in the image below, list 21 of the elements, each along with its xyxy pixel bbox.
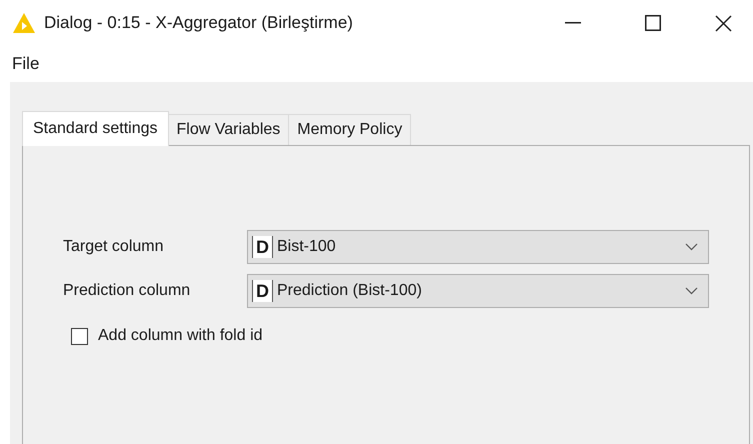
- minimize-icon[interactable]: [565, 22, 581, 24]
- dropdown-value: Prediction (Bist-100): [277, 281, 423, 301]
- column-dropdown[interactable]: D Bist-100: [247, 230, 709, 264]
- close-icon[interactable]: [714, 14, 732, 32]
- window-title: Dialog - 0:15 - X-Aggregator (Birleştirme): [44, 12, 353, 34]
- maximize-icon[interactable]: [645, 15, 661, 31]
- chevron-down-icon: [685, 287, 698, 295]
- type-badge: D: [252, 280, 273, 302]
- field-label: Prediction column: [63, 281, 192, 301]
- tab[interactable]: Standard settings: [22, 111, 169, 146]
- menu-item[interactable]: File: [12, 51, 40, 77]
- column-dropdown[interactable]: D Prediction (Bist-100): [247, 274, 709, 308]
- checkbox[interactable]: [71, 328, 88, 344]
- type-badge: D: [252, 236, 273, 258]
- tab[interactable]: Flow Variables: [168, 114, 290, 145]
- chevron-down-icon: [685, 243, 698, 251]
- tab[interactable]: Memory Policy: [289, 114, 412, 145]
- logo-icon: [12, 12, 36, 34]
- checkbox-label: Add column with fold id: [98, 326, 263, 346]
- field-label: Target column: [63, 237, 164, 257]
- dropdown-value: Bist-100: [277, 237, 337, 257]
